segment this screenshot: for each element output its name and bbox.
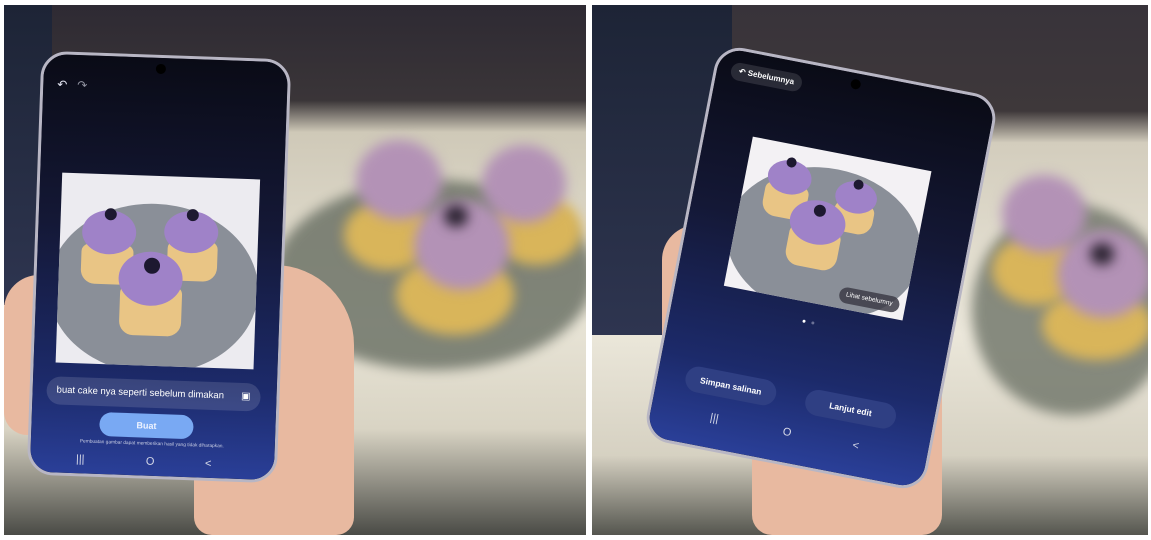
back-button[interactable]: ↶ Sebelumnya — [729, 61, 804, 93]
recents-nav-button[interactable]: ||| — [70, 453, 90, 466]
prompt-field[interactable]: buat cake nya seperti sebelum dimakan ▣ — [46, 376, 261, 412]
phone-screen: ↶ ↷ buat cake nya seperti sebelum dimaka… — [29, 53, 289, 481]
back-label: Sebelumnya — [746, 68, 795, 87]
redo-icon[interactable]: ↷ — [77, 78, 88, 92]
back-nav-button[interactable]: < — [198, 457, 218, 470]
original-photo[interactable]: Lihat sebelumny — [723, 136, 932, 321]
edited-photo[interactable] — [55, 172, 261, 370]
disclaimer-text: Pembuatan gambar dapat memberikan hasil … — [79, 439, 224, 450]
back-nav-button[interactable]: < — [845, 438, 867, 454]
save-copy-button[interactable]: Simpan salinan — [683, 364, 779, 408]
camera-hole — [849, 78, 862, 91]
page-indicator — [802, 310, 818, 325]
blurred-berry — [1090, 243, 1114, 265]
home-nav-button[interactable]: O — [776, 425, 798, 441]
blurred-cupcake — [356, 140, 442, 220]
right-photo: ↶ Sebelumnya Lihat sebelumny Simpan sali… — [592, 5, 1148, 535]
left-photo: ↶ ↷ buat cake nya seperti sebelum dimaka… — [4, 5, 586, 535]
left-phone: ↶ ↷ buat cake nya seperti sebelum dimaka… — [26, 50, 292, 484]
undo-icon[interactable]: ↶ — [57, 77, 68, 91]
prompt-text: buat cake nya seperti sebelum dimakan — [56, 384, 225, 402]
blurred-berry — [444, 205, 468, 227]
generate-button[interactable]: Buat — [99, 412, 194, 440]
image-icon[interactable]: ▣ — [241, 391, 251, 402]
home-nav-button[interactable]: O — [140, 455, 160, 468]
continue-edit-button[interactable]: Lanjut edit — [802, 387, 899, 431]
camera-hole — [155, 63, 167, 75]
recents-nav-button[interactable]: ||| — [703, 411, 725, 427]
